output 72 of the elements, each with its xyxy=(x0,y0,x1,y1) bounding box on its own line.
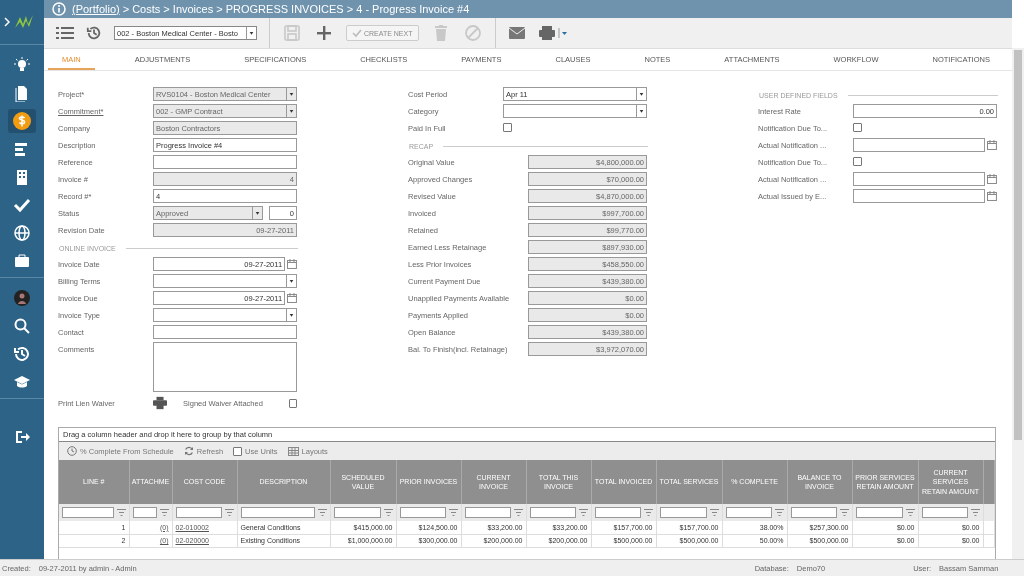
filter-icon[interactable] xyxy=(448,509,458,516)
date-field[interactable] xyxy=(853,189,986,203)
caret-icon[interactable] xyxy=(286,105,296,117)
select-field[interactable] xyxy=(503,104,647,118)
caret-icon[interactable] xyxy=(636,105,646,117)
filter-icon[interactable] xyxy=(317,509,327,516)
filter-field[interactable] xyxy=(132,507,157,518)
list-menu-icon[interactable] xyxy=(56,25,74,41)
filter-field[interactable] xyxy=(659,507,707,518)
filter-field[interactable] xyxy=(464,507,511,518)
caret-icon[interactable] xyxy=(286,275,296,287)
select-field[interactable] xyxy=(153,308,297,322)
calendar-icon[interactable] xyxy=(987,191,997,201)
filter-icon[interactable] xyxy=(774,509,784,516)
calendar-icon[interactable] xyxy=(287,259,297,269)
breadcrumb-path: > Costs > Invoices > PROGRESS INVOICES > 4 - Progress Invoice #4 xyxy=(122,3,470,15)
comments-field[interactable] xyxy=(153,342,297,392)
caret-icon[interactable] xyxy=(286,309,296,321)
filter-icon[interactable] xyxy=(578,509,588,516)
clock-icon[interactable] xyxy=(67,446,77,456)
caret-icon[interactable] xyxy=(636,88,646,100)
filter-icon[interactable] xyxy=(159,509,169,516)
filter-field[interactable] xyxy=(333,507,381,518)
filter-icon[interactable] xyxy=(970,509,980,516)
filter-field[interactable] xyxy=(399,507,446,518)
filter-field[interactable] xyxy=(921,507,968,518)
filter-field[interactable] xyxy=(725,507,772,518)
filter-field[interactable] xyxy=(529,507,576,518)
caret-icon[interactable] xyxy=(246,27,256,39)
checkbox[interactable] xyxy=(233,446,243,456)
date-field[interactable] xyxy=(853,138,986,152)
filter-field[interactable] xyxy=(855,507,903,518)
portfolio-link[interactable]: (Portfolio) xyxy=(72,3,120,15)
input-field[interactable] xyxy=(153,155,297,169)
calendar-icon[interactable] xyxy=(987,174,997,184)
filter-icon[interactable] xyxy=(839,509,849,516)
caret-icon[interactable] xyxy=(286,88,296,100)
dollar-nav-icon[interactable] xyxy=(8,109,36,133)
checkbox[interactable] xyxy=(853,123,862,132)
calendar-icon[interactable] xyxy=(287,293,297,303)
refresh-icon[interactable] xyxy=(183,446,194,456)
filter-icon[interactable] xyxy=(709,509,719,516)
grid-icon[interactable] xyxy=(287,446,299,456)
filter-field[interactable] xyxy=(790,507,837,518)
check-icon xyxy=(352,28,362,38)
filter-icon[interactable] xyxy=(116,509,126,516)
filter-field[interactable] xyxy=(62,507,114,518)
filter-icon[interactable] xyxy=(383,509,393,516)
scrollbar[interactable] xyxy=(1012,48,1024,559)
filter-field[interactable] xyxy=(175,507,222,518)
history-icon[interactable] xyxy=(86,25,102,41)
calendar-icon[interactable] xyxy=(987,140,997,150)
filter-icon[interactable] xyxy=(513,509,523,516)
select-field[interactable] xyxy=(153,274,297,288)
date-field[interactable] xyxy=(853,172,986,186)
email-icon[interactable] xyxy=(507,26,526,40)
print-icon[interactable] xyxy=(153,396,168,410)
checkbox[interactable] xyxy=(288,398,297,408)
expand-icon[interactable] xyxy=(4,17,10,27)
logo-icon[interactable] xyxy=(14,15,34,29)
checkbox[interactable] xyxy=(853,157,862,166)
filter-field[interactable] xyxy=(594,507,641,518)
info-icon[interactable] xyxy=(52,2,66,16)
input-field[interactable] xyxy=(153,325,297,339)
checkbox[interactable] xyxy=(503,123,512,132)
add-icon[interactable] xyxy=(314,24,334,42)
filter-icon[interactable] xyxy=(224,509,234,516)
filter-icon[interactable] xyxy=(905,509,915,516)
print-icon[interactable] xyxy=(537,25,568,41)
filter-field[interactable] xyxy=(240,507,315,518)
caret-icon[interactable] xyxy=(252,207,262,219)
filter-icon[interactable] xyxy=(643,509,653,516)
